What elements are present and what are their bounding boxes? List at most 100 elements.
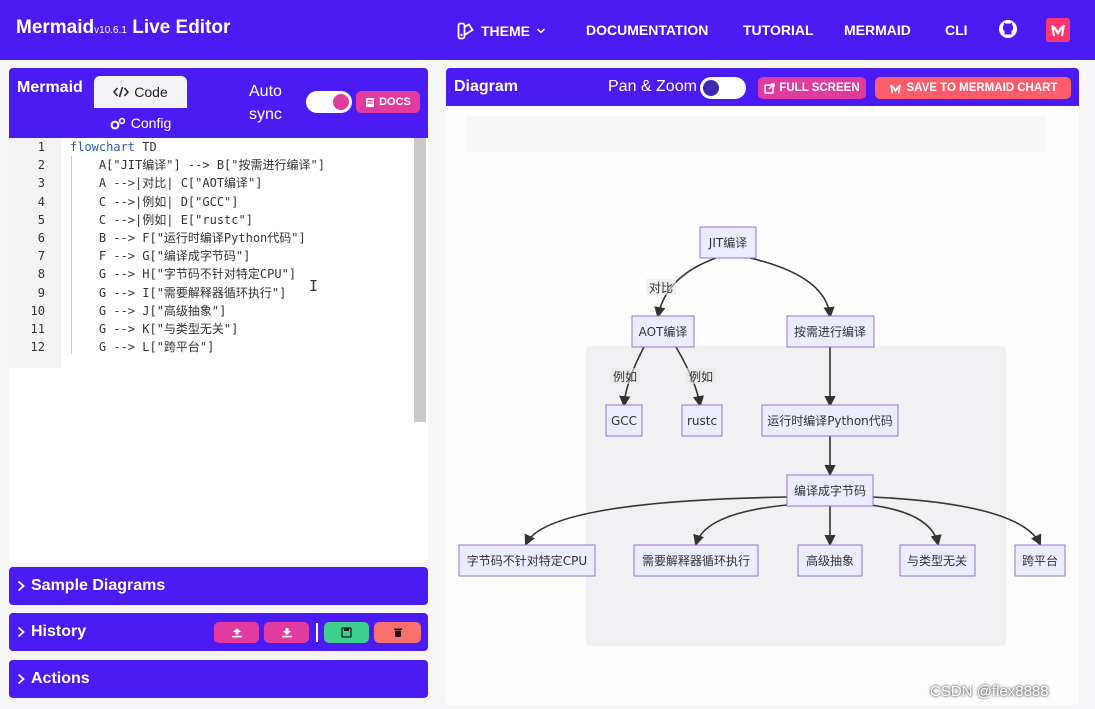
external-link-icon [764, 82, 776, 94]
editor-scrollbar[interactable] [414, 138, 426, 422]
tab-config[interactable]: Config [94, 111, 187, 135]
svg-text:字节码不针对特定CPU: 字节码不针对特定CPU [467, 553, 587, 568]
editor-panel-header: Mermaid Code Config Auto sync DOCS [9, 68, 428, 138]
csdn-watermark: CSDN @flex8888 [930, 683, 1049, 700]
code-line[interactable]: 12 G --> L["跨平台"] [9, 338, 413, 356]
chevron-right-icon [17, 626, 25, 638]
nav-tutorial[interactable]: TUTORIAL [743, 22, 814, 38]
pan-zoom-toggle[interactable] [700, 77, 746, 99]
edge-g-k [861, 503, 942, 547]
node-not-cpu-specific: 字节码不针对特定CPU [458, 544, 596, 577]
code-line[interactable]: 2 A["JIT编译"] --> B["按需进行编译"] [9, 156, 413, 174]
tab-code[interactable]: Code [94, 76, 187, 108]
svg-text:跨平台: 跨平台 [1022, 553, 1058, 568]
code-line[interactable]: 4 C -->|例如| D["GCC"] [9, 193, 413, 211]
nav-documentation[interactable]: DOCUMENTATION [586, 22, 708, 38]
tab-config-label: Config [130, 115, 172, 131]
book-icon [366, 97, 375, 107]
mermaid-chart-icon [889, 84, 901, 93]
code-content: G --> H["字节码不针对特定CPU"] [70, 267, 297, 282]
code-line[interactable]: 9 G --> I["需要解释器循环执行"] [9, 284, 413, 302]
code-content: G --> L["跨平台"] [70, 340, 215, 355]
docs-button-label: DOCS [379, 96, 411, 108]
code-line[interactable]: 1 flowchart TD [9, 138, 413, 156]
diagram-panel-header: Diagram Pan & Zoom FULL SCREEN SAVE TO M… [446, 68, 1079, 106]
clear-history-button[interactable] [374, 622, 421, 643]
sample-diagrams-label: Sample Diagrams [31, 577, 166, 594]
pan-zoom-label: Pan & Zoom [608, 78, 697, 95]
tab-code-label: Code [134, 84, 168, 100]
code-text: F --> G["编译成字节码"] [70, 247, 250, 265]
theme-menu[interactable]: THEME [457, 22, 546, 40]
download-history-button[interactable] [264, 622, 309, 643]
nav-mermaid[interactable]: MERMAID [844, 22, 911, 38]
gears-icon [110, 117, 125, 129]
history-accordion[interactable]: History [9, 613, 428, 651]
svg-text:JIT编译: JIT编译 [708, 235, 747, 250]
code-line[interactable]: 10 G --> J["高级抽象"] [9, 302, 413, 320]
node-gcc: GCC [605, 404, 643, 437]
code-text: C -->|例如| D["GCC"] [70, 193, 239, 211]
code-line[interactable]: 3 A -->|对比| C["AOT编译"] [9, 174, 413, 192]
trash-icon [393, 628, 402, 637]
top-nav-bar: Mermaidv10.6.1 Live Editor THEME DOCUMEN… [0, 0, 1095, 60]
line-number: 7 [37, 249, 45, 264]
history-label: History [31, 623, 87, 640]
code-line[interactable]: 8 G --> H["字节码不针对特定CPU"] [9, 265, 413, 283]
line-number: 11 [30, 322, 45, 336]
svg-text:编译成字节码: 编译成字节码 [794, 483, 866, 498]
actions-accordion[interactable]: Actions [9, 660, 428, 698]
upload-history-button[interactable] [214, 622, 259, 643]
app-brand[interactable]: Mermaidv10.6.1 Live Editor [16, 17, 230, 39]
history-divider [316, 623, 318, 642]
mermaid-chart-logo-icon[interactable] [1046, 18, 1070, 42]
line-number: 3 [37, 176, 45, 191]
download-icon [281, 628, 292, 638]
code-line[interactable]: 7 F --> G["编译成字节码"] [9, 247, 413, 265]
github-icon[interactable] [998, 19, 1018, 42]
line-number: 4 [37, 194, 45, 209]
code-line[interactable]: 11 G --> K["与类型无关"] [9, 320, 413, 338]
svg-text:运行时编译Python代码: 运行时编译Python代码 [767, 413, 893, 428]
docs-button[interactable]: DOCS [356, 91, 420, 113]
edge-label-example-gcc: 例如 [613, 369, 637, 384]
code-editor[interactable]: 1 flowchart TD 2 A["JIT编译"] --> B["按需进行编译"… [9, 138, 428, 562]
diagram-panel: Diagram Pan & Zoom FULL SCREEN SAVE TO M… [446, 68, 1079, 705]
actions-label: Actions [31, 670, 90, 687]
pan-zoom-toggle-knob [703, 80, 719, 96]
chevron-right-icon [17, 673, 25, 685]
code-content: G --> I["需要解释器循环执行"] [70, 285, 287, 300]
code-content: B --> F["运行时编译Python代码"] [70, 231, 306, 245]
node-type-agnostic: 与类型无关 [899, 544, 976, 577]
save-history-button[interactable] [324, 622, 369, 643]
save-to-mermaid-chart-button[interactable]: SAVE TO MERMAID CHART [875, 77, 1071, 99]
node-aot: AOT编译 [631, 315, 695, 348]
svg-text:按需进行编译: 按需进行编译 [794, 324, 866, 339]
code-line[interactable]: 5 C -->|例如| E["rustc"] [9, 211, 413, 229]
code-text: G --> K["与类型无关"] [70, 320, 238, 338]
code-line[interactable]: 6 B --> F["运行时编译Python代码"] [9, 229, 413, 247]
full-screen-button[interactable]: FULL SCREEN [758, 77, 866, 99]
code-text: A -->|对比| C["AOT编译"] [70, 174, 263, 192]
edge-g-i [693, 503, 799, 547]
autosync-toggle-knob [333, 94, 349, 110]
code-text: G --> J["高级抽象"] [70, 302, 226, 320]
code-content: G --> K["与类型无关"] [70, 322, 239, 336]
save-icon [341, 627, 352, 638]
svg-text:rustc: rustc [687, 414, 717, 428]
editor-panel-title: Mermaid [17, 79, 83, 96]
code-content: C -->|例如| E["rustc"] [70, 212, 253, 227]
sample-diagrams-accordion[interactable]: Sample Diagrams [9, 567, 428, 605]
autosync-toggle[interactable] [306, 91, 352, 113]
nav-cli[interactable]: CLI [945, 22, 968, 38]
full-screen-label: FULL SCREEN [779, 82, 860, 94]
theme-label: THEME [481, 23, 530, 39]
node-rustc: rustc [681, 404, 723, 437]
node-jit: JIT编译 [699, 226, 757, 259]
line-number: 5 [37, 212, 45, 227]
code-content: A -->|对比| C["AOT编译"] [70, 176, 263, 191]
diagram-canvas[interactable]: 对比 例如 例如 JIT编译 AOT编译 按需进行编译 GCC rustc 运行… [446, 106, 1079, 705]
autosync-label-line1: Auto [249, 83, 282, 100]
node-interpreter-loop: 需要解释器循环执行 [633, 544, 759, 577]
line-number: 2 [37, 158, 45, 173]
